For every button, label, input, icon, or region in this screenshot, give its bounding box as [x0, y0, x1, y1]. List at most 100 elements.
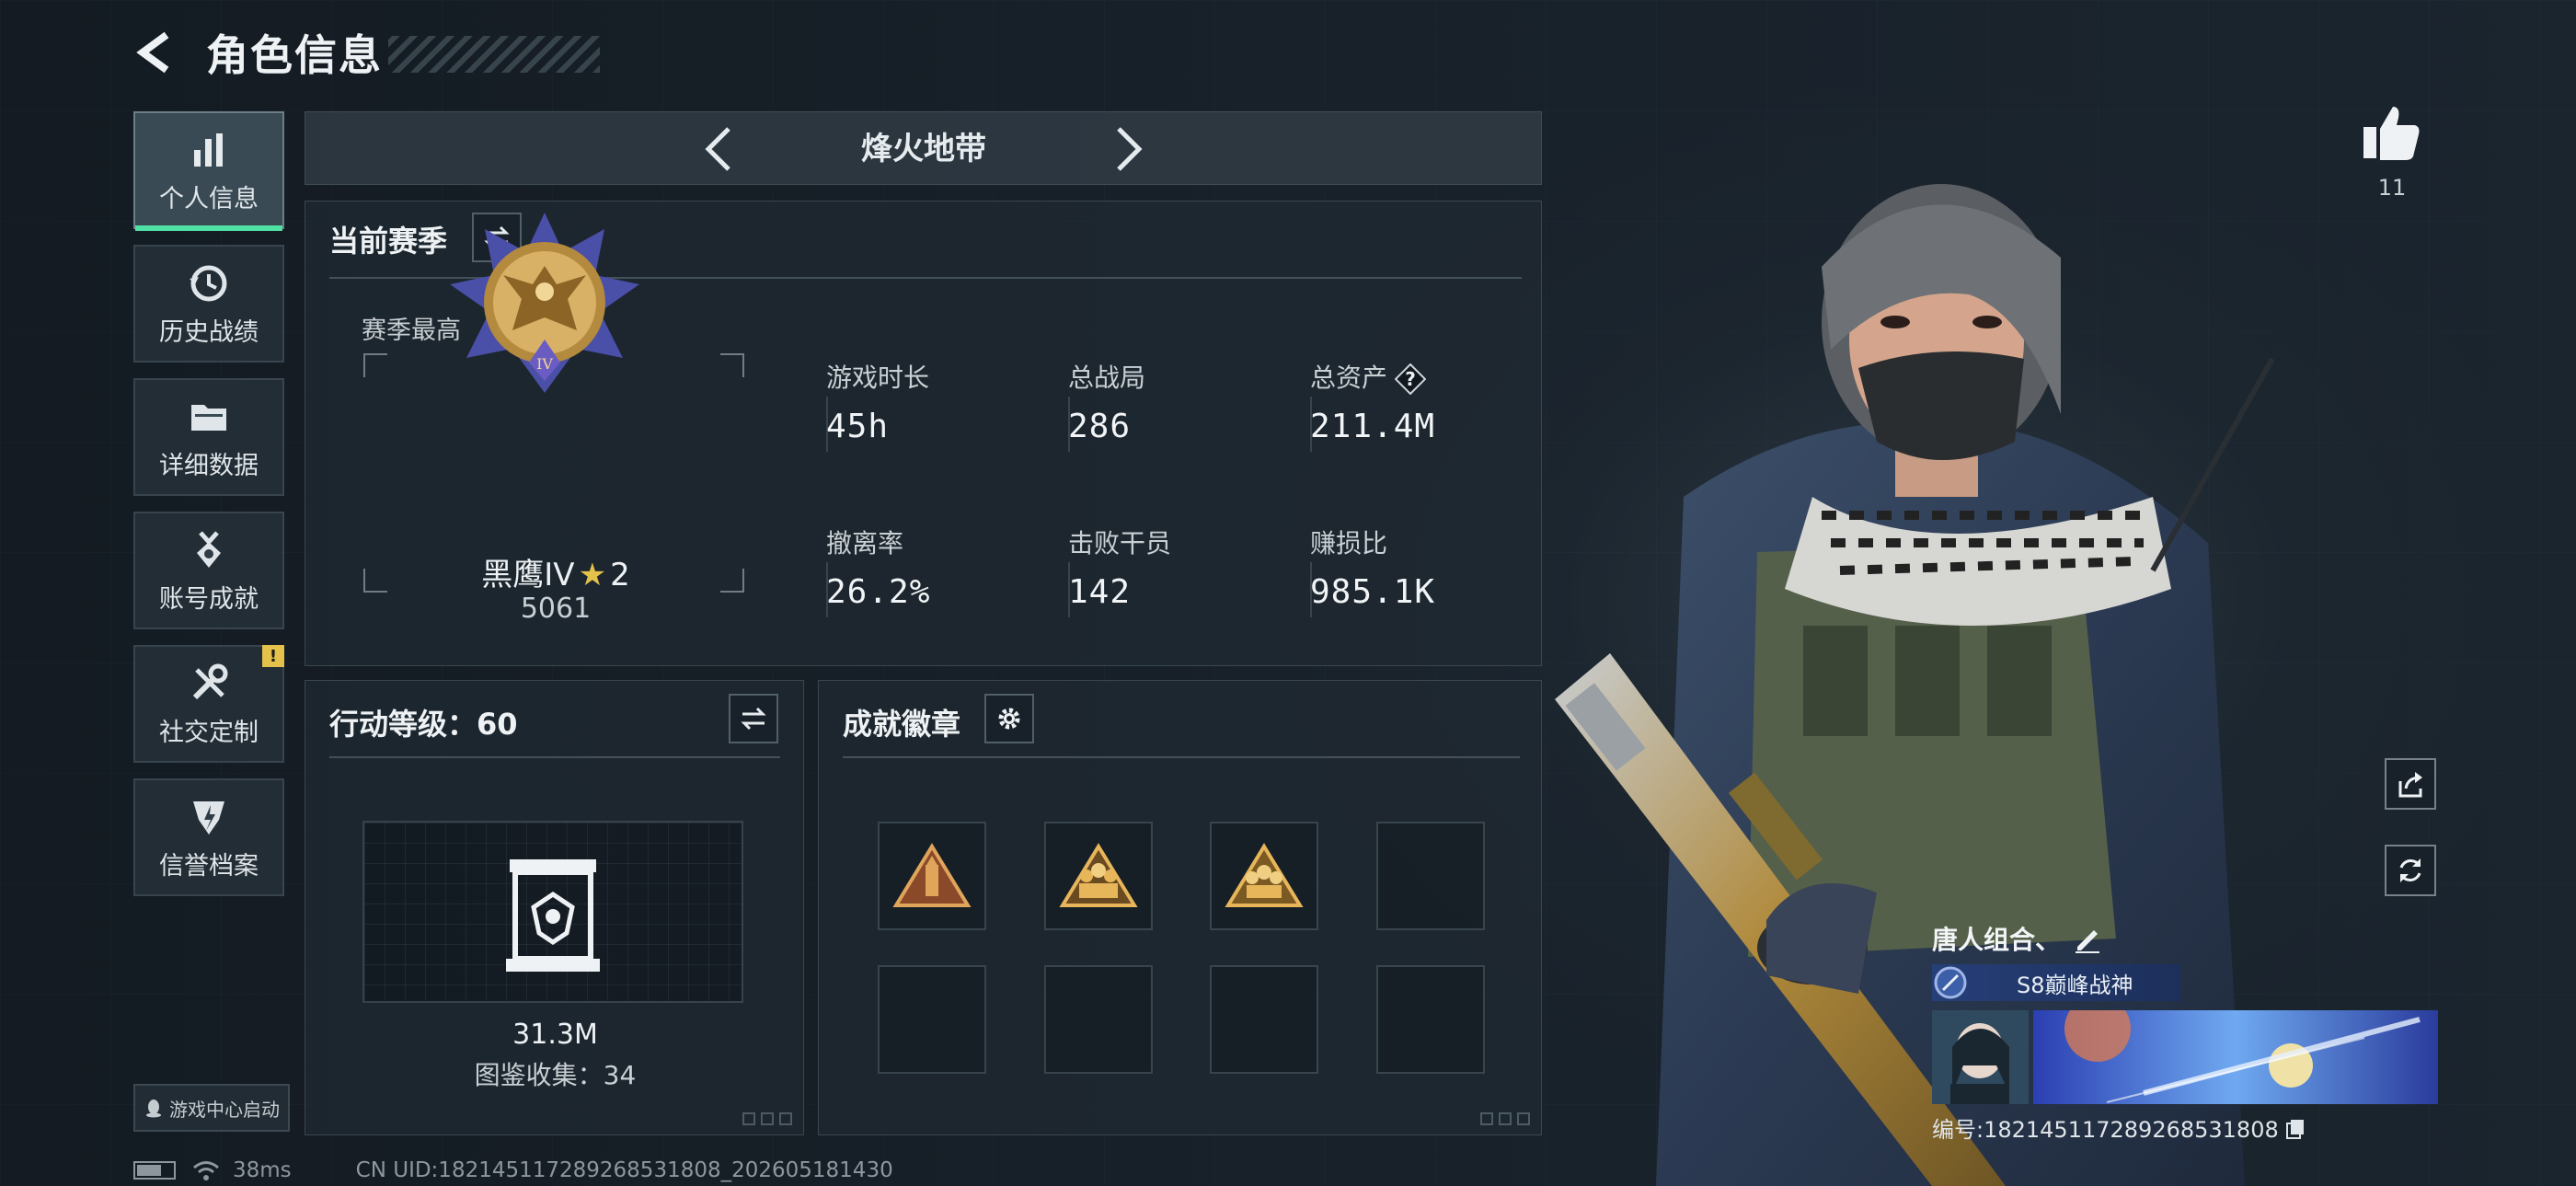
mode-title: 烽火地带 — [861, 131, 986, 167]
stat-value: 286 — [1068, 408, 1132, 445]
collection-card[interactable] — [362, 821, 743, 1003]
season-title: 当前赛季 — [329, 224, 448, 259]
season-panel: 当前赛季 赛季最高 IV 黑鹰IV★2 5061 游戏时长 45h 总战局 — [305, 201, 1542, 666]
sidebar-item-label: 历史战绩 — [159, 317, 259, 347]
mode-prev-button[interactable] — [692, 121, 747, 177]
sidebar-item-label: 个人信息 — [159, 184, 259, 213]
player-name-card: 唐人组合、 S8巅峰战神 编号:182145117289268531808 — [1932, 920, 2438, 1144]
stat-value: 26.2% — [826, 573, 931, 611]
sidebar-item-reputation[interactable]: 信誉档案 — [133, 778, 284, 896]
medal-icon — [186, 527, 232, 573]
level-switch-button[interactable] — [729, 694, 778, 743]
sidebar-item-social[interactable]: ! 社交定制 — [133, 645, 284, 763]
rank-eagle-emblem-icon: IV — [450, 213, 639, 393]
rank-stars: 2 — [610, 557, 630, 593]
achievement-slot[interactable] — [1210, 822, 1318, 930]
ping: 38ms — [233, 1158, 292, 1182]
sidebar-item-details[interactable]: 详细数据 — [133, 378, 284, 496]
corner-decoration — [742, 1112, 792, 1125]
sidebar: 个人信息 历史战绩 详细数据 账号成就 ! 社交定制 信誉档案 — [133, 111, 284, 912]
cn-uid: CN UID:182145117289268531808_20260518143… — [355, 1158, 893, 1182]
stat-value: 142 — [1068, 573, 1132, 611]
alert-badge: ! — [262, 645, 284, 667]
mode-next-button[interactable] — [1100, 121, 1156, 177]
stat-label: 总战局 — [1068, 363, 1146, 393]
refresh-button[interactable] — [2385, 845, 2436, 896]
player-id: 编号:182145117289268531808 — [1932, 1117, 2279, 1143]
achievement-slot[interactable] — [1044, 822, 1153, 930]
swap-icon — [741, 707, 766, 731]
title-badge-text: S8巅峰战神 — [2017, 972, 2133, 998]
title-emblem-icon — [1934, 966, 1967, 999]
stat-label-text: 总资产 — [1310, 363, 1388, 393]
qq-icon — [146, 1100, 161, 1118]
gold-squad-badge-icon — [1225, 843, 1304, 907]
mode-selector: 烽火地带 — [305, 111, 1542, 185]
copy-icon[interactable] — [2284, 1117, 2306, 1139]
sidebar-item-history[interactable]: 历史战绩 — [133, 245, 284, 363]
chevron-right-icon — [1117, 127, 1143, 171]
achievements-title: 成就徽章 — [843, 707, 961, 742]
player-id-row: 编号:182145117289268531808 — [1932, 1111, 2438, 1144]
player-name-row: 唐人组合、 — [1932, 920, 2438, 957]
back-arrow-icon — [136, 31, 169, 74]
divider — [329, 756, 780, 758]
achievement-settings-button[interactable] — [984, 694, 1034, 743]
likes-count: 11 — [2377, 175, 2407, 201]
back-button[interactable] — [129, 25, 184, 80]
likes-widget: 11 — [2360, 101, 2424, 201]
sidebar-item-label: 信誉档案 — [159, 851, 259, 881]
game-screen: 角色信息 个人信息 历史战绩 详细数据 账号成就 ! 社交定制 信誉档案 游戏中… — [0, 0, 2576, 1186]
chevron-left-icon — [705, 127, 730, 171]
achievement-slot-empty[interactable] — [1044, 965, 1153, 1074]
stat-play-time: 游戏时长 45h — [826, 358, 1047, 452]
achievement-slot[interactable] — [878, 822, 986, 930]
title-banner[interactable]: S8巅峰战神 — [1932, 964, 2180, 1001]
share-icon — [2398, 772, 2422, 798]
stat-label: 击败干员 — [1068, 528, 1172, 558]
share-button[interactable] — [2385, 758, 2436, 810]
thumbs-up-icon[interactable] — [2360, 101, 2424, 166]
gold-squad-badge-icon — [1059, 843, 1138, 907]
collection-display-case-icon — [506, 859, 600, 972]
player-name: 唐人组合、 — [1932, 925, 2062, 955]
game-center-launch-button[interactable]: 游戏中心启动 — [133, 1084, 290, 1132]
gear-icon — [998, 708, 1020, 730]
stat-operators-defeated: 击败干员 142 — [1068, 524, 1289, 617]
sidebar-item-profile[interactable]: 个人信息 — [133, 111, 284, 231]
launch-label: 游戏中心启动 — [169, 1098, 280, 1121]
bronze-rocket-badge-icon — [892, 843, 972, 907]
edit-pencil-icon[interactable] — [2072, 923, 2103, 954]
rank-name: 黑鹰IV ★ 2 — [305, 549, 806, 594]
collection-count: 图鉴收集：34 — [474, 1060, 637, 1090]
achievement-slot-empty[interactable] — [878, 965, 986, 1074]
refresh-icon — [2399, 858, 2421, 882]
page-title: 角色信息 — [206, 30, 383, 80]
wifi-icon — [193, 1161, 219, 1180]
sidebar-item-label: 社交定制 — [159, 718, 259, 747]
bar-chart-icon — [186, 127, 232, 173]
stat-label: 游戏时长 — [826, 363, 930, 393]
stat-extract-rate: 撤离率 26.2% — [826, 524, 1047, 617]
folder-icon — [186, 394, 232, 440]
stat-value: 45h — [826, 408, 890, 445]
history-clock-icon — [186, 260, 232, 306]
sidebar-item-achievements[interactable]: 账号成就 — [133, 512, 284, 629]
player-avatar[interactable] — [1932, 1010, 2029, 1104]
svg-text:IV: IV — [536, 355, 553, 373]
name-card-space-banner[interactable] — [2033, 1010, 2438, 1104]
sidebar-item-label: 账号成就 — [159, 584, 259, 614]
stat-label: 撤离率 — [826, 528, 904, 558]
season-best-label: 赛季最高 — [362, 317, 461, 345]
shield-icon — [186, 794, 232, 840]
rank-score: 5061 — [520, 593, 592, 625]
svg-text:?: ? — [1405, 368, 1416, 390]
level-title: 行动等级：60 — [329, 707, 518, 742]
action-level-panel: 行动等级：60 31.3M 图鉴收集：34 — [305, 680, 804, 1135]
stat-total-matches: 总战局 286 — [1068, 358, 1289, 452]
card-images — [1932, 1010, 2438, 1104]
achievement-slot-empty[interactable] — [1210, 965, 1318, 1074]
header: 角色信息 — [129, 20, 600, 85]
star-icon: ★ — [578, 557, 607, 593]
tools-icon — [186, 661, 232, 707]
